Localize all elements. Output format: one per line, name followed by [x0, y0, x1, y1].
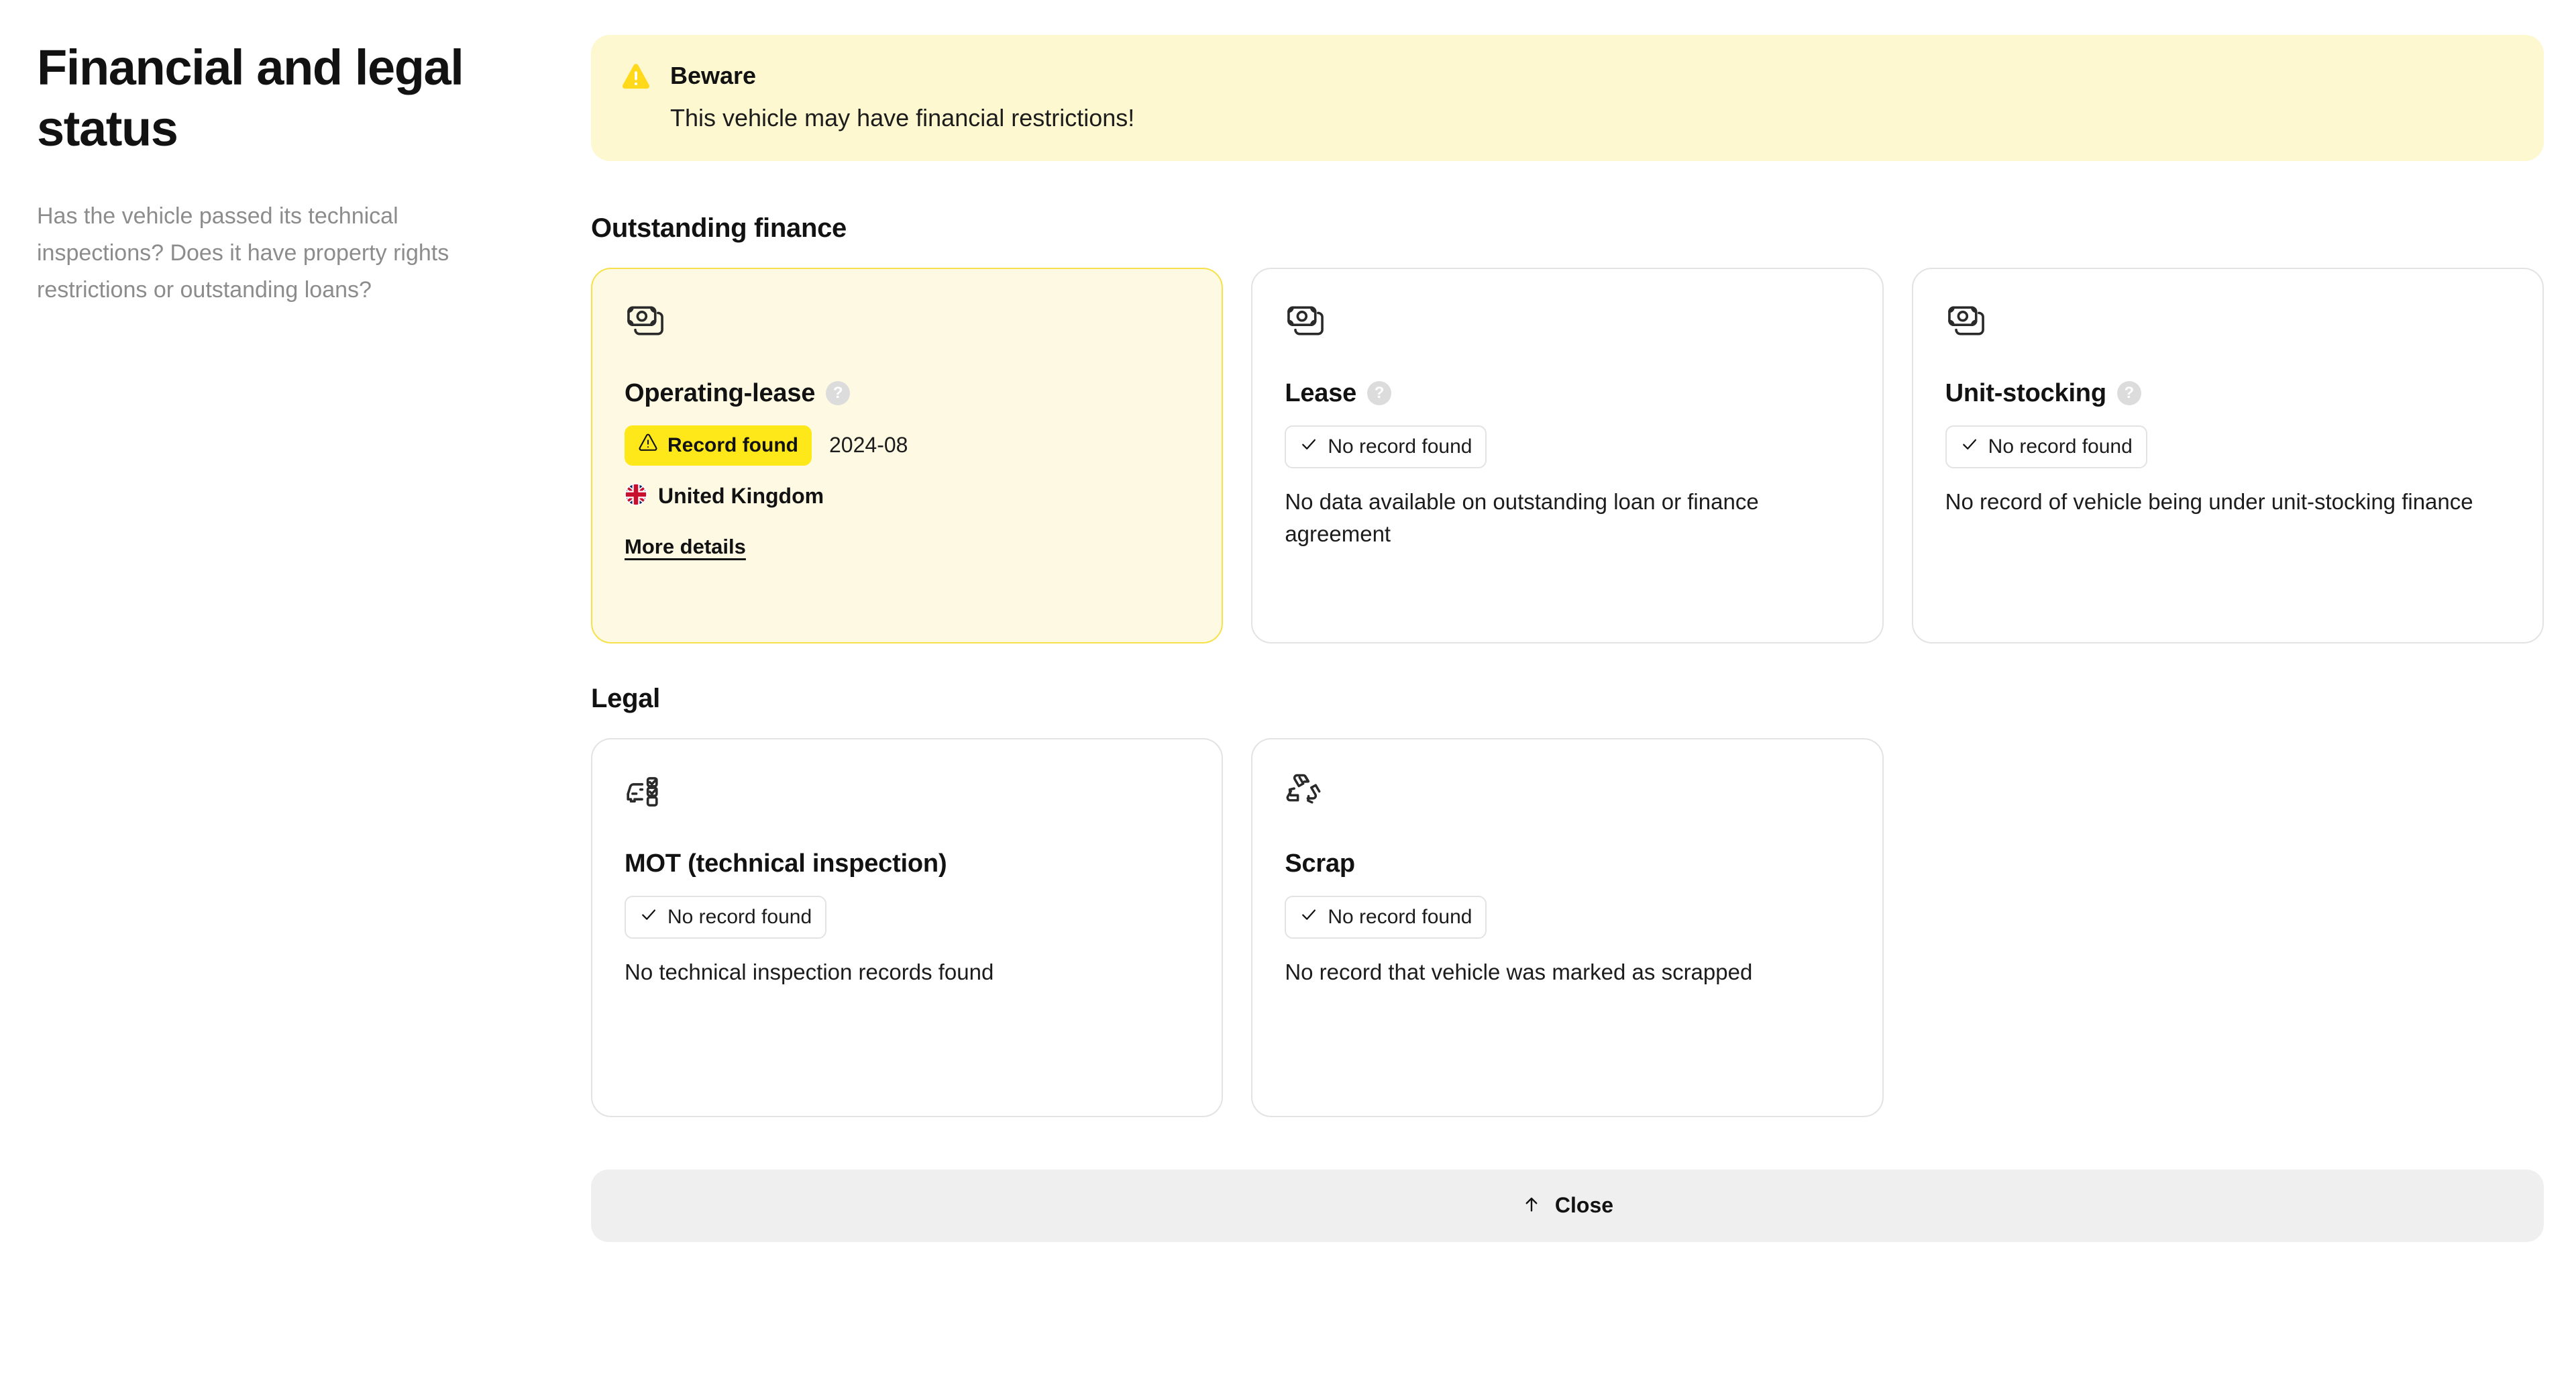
close-label: Close	[1555, 1193, 1613, 1218]
status-label: No record found	[1328, 906, 1472, 929]
warning-triangle-icon	[638, 433, 658, 458]
help-icon[interactable]: ?	[826, 381, 850, 405]
card-title-row: Lease ?	[1285, 379, 1849, 408]
status-row: No record found	[625, 896, 1189, 939]
check-icon	[1299, 435, 1318, 459]
status-date: 2024-08	[829, 433, 908, 458]
status-badge: No record found	[1945, 425, 2147, 468]
card-lease[interactable]: Lease ? No record found No data availabl…	[1251, 268, 1883, 643]
card-scrap[interactable]: Scrap No record found No record that veh…	[1251, 738, 1883, 1117]
card-unit-stocking[interactable]: Unit-stocking ? No record found No recor…	[1912, 268, 2544, 643]
more-details-link[interactable]: More details	[625, 535, 746, 559]
status-label: No record found	[1328, 435, 1472, 458]
status-label: No record found	[667, 906, 812, 929]
card-description: No record that vehicle was marked as scr…	[1285, 956, 1849, 988]
financial-legal-status-page: Financial and legal status Has the vehic…	[0, 0, 2576, 1399]
status-badge: Record found	[625, 425, 812, 466]
check-icon	[1960, 435, 1979, 459]
card-title: Lease	[1285, 379, 1356, 408]
card-description: No technical inspection records found	[625, 956, 1189, 988]
card-operating-lease[interactable]: Operating-lease ? Record found	[591, 268, 1223, 643]
outstanding-finance-card-grid: Operating-lease ? Record found	[591, 268, 2544, 643]
card-description: No record of vehicle being under unit-st…	[1945, 486, 2510, 518]
check-icon	[639, 905, 658, 929]
card-title-row: Operating-lease ?	[625, 379, 1189, 408]
country-row: United Kingdom	[625, 483, 1189, 509]
close-button[interactable]: Close	[591, 1170, 2544, 1242]
card-title-row: Scrap	[1285, 849, 1849, 878]
status-row: No record found	[1285, 425, 1849, 468]
banner-message: This vehicle may have financial restrict…	[670, 103, 1134, 134]
arrow-up-icon	[1521, 1194, 1542, 1216]
page-description: Has the vehicle passed its technical ins…	[37, 198, 506, 309]
card-title: Scrap	[1285, 849, 1355, 878]
card-title-row: MOT (technical inspection)	[625, 849, 1189, 878]
help-icon[interactable]: ?	[1367, 381, 1391, 405]
uk-flag-icon	[625, 483, 647, 509]
status-badge: No record found	[1285, 425, 1487, 468]
beware-banner: Beware This vehicle may have financial r…	[591, 35, 2544, 161]
main-content: Beware This vehicle may have financial r…	[591, 0, 2576, 1242]
card-mot[interactable]: MOT (technical inspection) No record fou…	[591, 738, 1223, 1117]
country-name: United Kingdom	[658, 484, 824, 509]
banner-title: Beware	[670, 60, 1134, 91]
card-title: Unit-stocking	[1945, 379, 2106, 408]
status-label: Record found	[667, 434, 798, 457]
section-heading-outstanding-finance: Outstanding finance	[591, 213, 2544, 244]
banknotes-icon	[625, 300, 1189, 347]
card-title-row: Unit-stocking ?	[1945, 379, 2510, 408]
banner-texts: Beware This vehicle may have financial r…	[670, 59, 1134, 134]
status-label: No record found	[1988, 435, 2133, 458]
help-icon[interactable]: ?	[2117, 381, 2141, 405]
card-description: No data available on outstanding loan or…	[1285, 486, 1849, 550]
card-title: Operating-lease	[625, 379, 815, 408]
grid-spacer	[1912, 738, 2544, 1117]
status-badge: No record found	[1285, 896, 1487, 939]
recycle-icon	[1285, 770, 1849, 817]
status-row: No record found	[1285, 896, 1849, 939]
card-title: MOT (technical inspection)	[625, 849, 947, 878]
car-checklist-icon	[625, 770, 1189, 817]
page-title: Financial and legal status	[37, 37, 517, 159]
status-row: Record found 2024-08	[625, 425, 1189, 466]
status-badge: No record found	[625, 896, 826, 939]
banknotes-icon	[1285, 300, 1849, 347]
section-heading-legal: Legal	[591, 684, 2544, 714]
check-icon	[1299, 905, 1318, 929]
status-row: No record found	[1945, 425, 2510, 468]
banknotes-icon	[1945, 300, 2510, 347]
sidebar: Financial and legal status Has the vehic…	[0, 0, 591, 309]
warning-triangle-icon	[621, 63, 651, 95]
legal-card-grid: MOT (technical inspection) No record fou…	[591, 738, 2544, 1117]
